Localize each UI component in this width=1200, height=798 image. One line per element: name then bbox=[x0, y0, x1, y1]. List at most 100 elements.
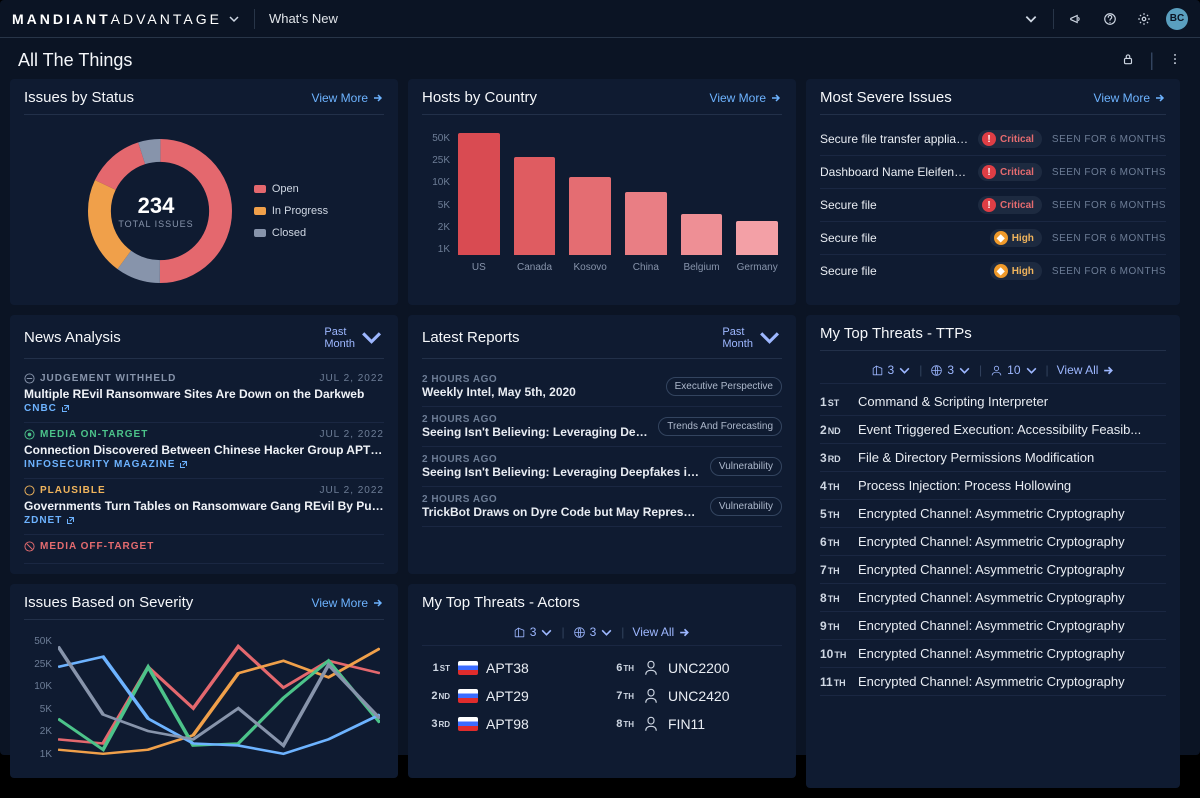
ttp-row[interactable]: 7TH Encrypted Channel: Asymmetric Crypto… bbox=[820, 556, 1166, 584]
ttp-row[interactable]: 3RD File & Directory Permissions Modific… bbox=[820, 444, 1166, 472]
arrow-right-icon bbox=[1102, 364, 1115, 377]
line-chart: 50K 25K 10K 5K 2K 1K bbox=[24, 628, 384, 768]
whats-new-link[interactable]: What's New bbox=[269, 11, 338, 26]
severity-badge: !Critical bbox=[978, 130, 1042, 148]
card-actors: My Top Threats - Actors 3 | 3 | View All… bbox=[408, 584, 796, 778]
dropdown-icon[interactable] bbox=[1019, 7, 1043, 31]
news-title: Governments Turn Tables on Ransomware Ga… bbox=[24, 499, 384, 513]
chevron-down-icon bbox=[228, 13, 240, 25]
news-title: Connection Discovered Between Chinese Ha… bbox=[24, 443, 384, 457]
actors-filters: 3 | 3 | View All bbox=[422, 621, 782, 646]
severity-badge: ◆High bbox=[990, 262, 1042, 280]
news-source[interactable]: ZDNET bbox=[24, 515, 384, 526]
ttp-filters: 3 | 3 | 10 | View All bbox=[820, 359, 1166, 384]
gear-icon[interactable] bbox=[1132, 7, 1156, 31]
severity-badge: ◆High bbox=[990, 229, 1042, 247]
card-title: Hosts by Country bbox=[422, 89, 537, 106]
flag-icon bbox=[458, 689, 478, 703]
past-month-dropdown[interactable]: Past Month bbox=[722, 325, 782, 350]
user-icon[interactable]: 10 bbox=[990, 363, 1037, 377]
divider bbox=[254, 9, 255, 29]
card-title: News Analysis bbox=[24, 329, 121, 346]
report-item[interactable]: 2 HOURS AGO TrickBot Draws on Dyre Code … bbox=[422, 487, 782, 527]
ttp-row[interactable]: 6TH Encrypted Channel: Asymmetric Crypto… bbox=[820, 528, 1166, 556]
news-source[interactable]: INFOSECURITY MAGAZINE bbox=[24, 459, 384, 470]
arrow-right-icon bbox=[770, 92, 782, 104]
card-title: My Top Threats - Actors bbox=[422, 594, 580, 611]
issue-row[interactable]: Secure file transfer appliance !Critical… bbox=[820, 123, 1166, 156]
news-item[interactable]: JUDGEMENT WITHHELD JUL 2, 2022 Multiple … bbox=[24, 367, 384, 423]
card-news: News Analysis Past Month JUDGEMENT WITHH… bbox=[10, 315, 398, 574]
unknown-actor-icon bbox=[642, 687, 660, 705]
news-item[interactable]: MEDIA OFF-TARGET bbox=[24, 535, 384, 564]
report-item[interactable]: 2 HOURS AGO Weekly Intel, May 5th, 2020 … bbox=[422, 367, 782, 407]
report-time: 2 HOURS AGO bbox=[422, 374, 656, 385]
view-more-link[interactable]: View More bbox=[312, 91, 384, 105]
ttp-row[interactable]: 8TH Encrypted Channel: Asymmetric Crypto… bbox=[820, 584, 1166, 612]
card-title: Most Severe Issues bbox=[820, 89, 952, 106]
report-title: TrickBot Draws on Dyre Code but May Repr… bbox=[422, 505, 700, 519]
actor-row[interactable]: 2NDAPT29 bbox=[422, 682, 598, 710]
news-item[interactable]: PLAUSIBLE JUL 2, 2022 Governments Turn T… bbox=[24, 479, 384, 535]
report-title: Seeing Isn't Believing: Leveraging Deepf… bbox=[422, 465, 700, 479]
past-month-dropdown[interactable]: Past Month bbox=[324, 325, 384, 350]
issue-row[interactable]: Secure file ◆High SEEN FOR 6 MONTHS bbox=[820, 222, 1166, 255]
avatar[interactable]: BC bbox=[1166, 8, 1188, 30]
kebab-icon[interactable] bbox=[1168, 50, 1182, 71]
view-more-link[interactable]: View More bbox=[710, 91, 782, 105]
actor-row[interactable]: 6THUNC2200 bbox=[606, 654, 782, 682]
building-icon[interactable]: 3 bbox=[513, 625, 554, 639]
actor-row[interactable]: 3RDAPT98 bbox=[422, 710, 598, 738]
help-icon[interactable] bbox=[1098, 7, 1122, 31]
severity-badge: !Critical bbox=[978, 196, 1042, 214]
actor-row[interactable]: 8THFIN11 bbox=[606, 710, 782, 738]
card-severity: Issues Based on Severity View More 50K 2… bbox=[10, 584, 398, 778]
arrow-right-icon bbox=[372, 92, 384, 104]
unknown-actor-icon bbox=[642, 659, 660, 677]
globe-icon[interactable]: 3 bbox=[573, 625, 614, 639]
news-category: MEDIA OFF-TARGET bbox=[24, 541, 154, 552]
view-more-link[interactable]: View More bbox=[312, 596, 384, 610]
ttp-row[interactable]: 10TH Encrypted Channel: Asymmetric Crypt… bbox=[820, 640, 1166, 668]
severity-badge: !Critical bbox=[978, 163, 1042, 181]
report-tag: Vulnerability bbox=[710, 497, 782, 516]
issue-row[interactable]: Secure file ◆High SEEN FOR 6 MONTHS bbox=[820, 255, 1166, 287]
actor-row[interactable]: 1STAPT38 bbox=[422, 654, 598, 682]
actor-row[interactable]: 7THUNC2420 bbox=[606, 682, 782, 710]
arrow-right-icon bbox=[372, 597, 384, 609]
card-title: Issues Based on Severity bbox=[24, 594, 193, 611]
flag-icon bbox=[458, 717, 478, 731]
brand[interactable]: MANDIANTADVANTAGE bbox=[12, 11, 240, 27]
globe-icon[interactable]: 3 bbox=[930, 363, 971, 377]
page-title-bar: All The Things | bbox=[0, 38, 1200, 79]
report-item[interactable]: 2 HOURS AGO Seeing Isn't Believing: Leve… bbox=[422, 407, 782, 447]
card-title: My Top Threats - TTPs bbox=[820, 325, 972, 342]
lock-icon[interactable] bbox=[1121, 50, 1135, 71]
view-more-link[interactable]: View More bbox=[1094, 91, 1166, 105]
ttp-row[interactable]: 1ST Command & Scripting Interpreter bbox=[820, 388, 1166, 416]
issue-row[interactable]: Secure file !Critical SEEN FOR 6 MONTHS bbox=[820, 189, 1166, 222]
announcement-icon[interactable] bbox=[1064, 7, 1088, 31]
ttp-row[interactable]: 9TH Encrypted Channel: Asymmetric Crypto… bbox=[820, 612, 1166, 640]
issue-row[interactable]: Dashboard Name Eleifend eget... !Critica… bbox=[820, 156, 1166, 189]
ttp-row[interactable]: 5TH Encrypted Channel: Asymmetric Crypto… bbox=[820, 500, 1166, 528]
bar-chart: 50K 25K 10K 5K 2K 1K US Canada Kosovo Ch… bbox=[422, 123, 782, 273]
report-time: 2 HOURS AGO bbox=[422, 494, 700, 505]
ttp-row[interactable]: 2ND Event Triggered Execution: Accessibi… bbox=[820, 416, 1166, 444]
news-source[interactable]: CNBC bbox=[24, 403, 384, 414]
news-item[interactable]: MEDIA ON-TARGET JUL 2, 2022 Connection D… bbox=[24, 423, 384, 479]
chevron-down-icon bbox=[757, 325, 782, 350]
page-title: All The Things bbox=[18, 50, 132, 71]
ttp-row[interactable]: 11TH Encrypted Channel: Asymmetric Crypt… bbox=[820, 668, 1166, 696]
report-item[interactable]: 2 HOURS AGO Seeing Isn't Believing: Leve… bbox=[422, 447, 782, 487]
card-issues-by-status: Issues by Status View More 234 TOTAL ISS… bbox=[10, 79, 398, 305]
report-time: 2 HOURS AGO bbox=[422, 454, 700, 465]
ttp-row[interactable]: 4TH Process Injection: Process Hollowing bbox=[820, 472, 1166, 500]
view-all-link[interactable]: View All bbox=[1057, 363, 1116, 377]
card-hosts-by-country: Hosts by Country View More 50K 25K 10K 5… bbox=[408, 79, 796, 305]
news-title: Multiple REvil Ransomware Sites Are Down… bbox=[24, 387, 384, 401]
report-time: 2 HOURS AGO bbox=[422, 414, 648, 425]
view-all-link[interactable]: View All bbox=[632, 625, 691, 639]
building-icon[interactable]: 3 bbox=[871, 363, 912, 377]
donut-total-value: 234 bbox=[118, 193, 193, 219]
